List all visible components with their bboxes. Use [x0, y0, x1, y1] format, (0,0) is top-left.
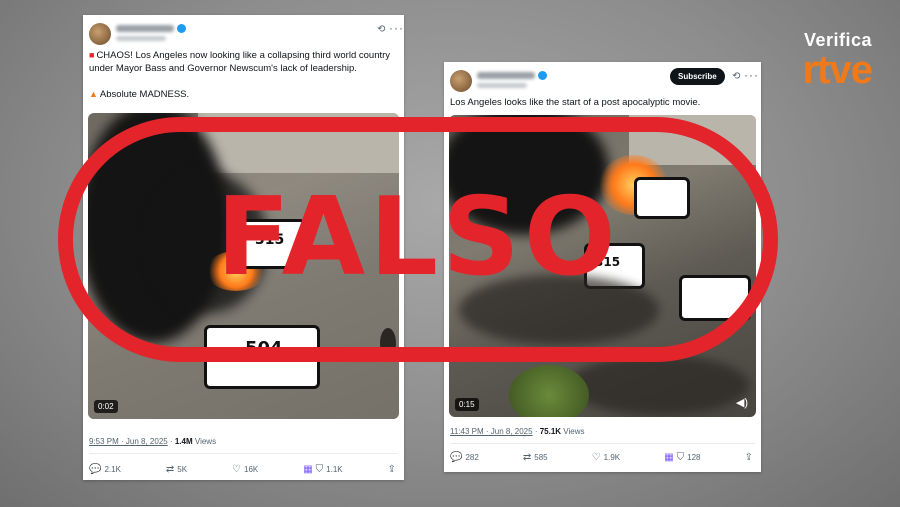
repost-icon: ⇄ — [165, 464, 175, 475]
video-timer: 0:15 — [455, 398, 479, 411]
reply-icon: 💬 — [89, 464, 102, 475]
grok-icon[interactable]: ⟲ — [732, 71, 740, 82]
tweet-actions: 💬 282 ⇄ 585 ♡ 1.9K ▦ ⛉ 128 ⇪ — [450, 452, 753, 463]
bookmark-button[interactable]: ▦ ⛉ 1.1K — [303, 464, 342, 475]
reply-count: 2.1K — [104, 465, 121, 474]
grok-icon[interactable]: ⟲ — [377, 24, 385, 35]
verified-badge-icon — [538, 71, 547, 80]
avatar[interactable] — [89, 23, 111, 45]
verified-badge-icon — [177, 24, 186, 33]
falso-stamp: FALSO — [58, 117, 778, 362]
blurred-handle — [116, 36, 166, 41]
reply-button[interactable]: 💬 2.1K — [89, 464, 121, 475]
siren-icon: ■ — [89, 50, 95, 60]
palm-tree — [509, 365, 589, 417]
views-count: 1.4M — [174, 437, 193, 446]
bookmark-icon: ⛉ — [315, 464, 324, 475]
bookmark-icon: ⛉ — [676, 452, 685, 463]
crowd — [569, 355, 749, 415]
blurred-username — [116, 25, 174, 32]
tweet-text-line: Absolute MADNESS. — [99, 89, 190, 100]
repost-button[interactable]: ⇄ 5K — [166, 464, 187, 475]
volume-icon[interactable]: ◀) — [736, 396, 748, 409]
like-button[interactable]: ♡ 1.9K — [592, 452, 620, 463]
tweet-header: ⟲ ··· — [83, 15, 404, 49]
share-icon: ⇪ — [744, 452, 753, 463]
repost-count: 5K — [177, 465, 188, 474]
repost-icon: ⇄ — [522, 452, 532, 463]
repost-button[interactable]: ⇄ 585 — [523, 452, 548, 463]
views-count: 75.1K — [539, 427, 562, 436]
grok-analyze-icon: ▦ — [303, 464, 313, 475]
fire-icon: ▲ — [89, 89, 98, 99]
heart-icon: ♡ — [232, 464, 242, 475]
bookmark-button[interactable]: ▦ ⛉ 128 — [664, 452, 700, 463]
like-count: 16K — [244, 465, 259, 474]
tweet-timestamp[interactable]: 11:43 PM · Jun 8, 2025 — [450, 427, 533, 436]
like-count: 1.9K — [603, 453, 621, 462]
share-icon: ⇪ — [387, 464, 396, 475]
reply-icon: 💬 — [450, 452, 463, 463]
tweet-meta: 9:53 PM · Jun 8, 2025 · 1.4M Views — [89, 437, 217, 446]
subscribe-button[interactable]: Subscribe — [670, 68, 725, 85]
brand-rtve: rtve — [802, 48, 873, 92]
tweet-timestamp[interactable]: 9:53 PM · Jun 8, 2025 — [89, 437, 168, 446]
more-options-icon[interactable]: ··· — [389, 21, 404, 35]
rtve-verifica-logo: Verifica rtve — [802, 30, 873, 92]
tweet-meta: 11:43 PM · Jun 8, 2025 · 75.1K Views — [450, 427, 585, 436]
grok-analyze-icon: ▦ — [664, 452, 674, 463]
avatar[interactable] — [450, 70, 472, 92]
repost-count: 585 — [534, 453, 548, 462]
share-button[interactable]: ⇪ — [388, 464, 396, 475]
blurred-username — [477, 72, 535, 79]
falso-label: FALSO — [216, 175, 620, 300]
more-options-icon[interactable]: ··· — [744, 68, 759, 82]
share-button[interactable]: ⇪ — [745, 452, 753, 463]
tweet-text: Los Angeles looks like the start of a po… — [444, 96, 761, 109]
blurred-handle — [477, 83, 527, 88]
tweet-actions: 💬 2.1K ⇄ 5K ♡ 16K ▦ ⛉ 1.1K ⇪ — [89, 464, 396, 475]
tweet-text-line: CHAOS! Los Angeles now looking like a co… — [89, 50, 391, 74]
bookmark-count: 1.1K — [326, 465, 343, 474]
reply-button[interactable]: 💬 282 — [450, 452, 479, 463]
tweet-text-line: Los Angeles looks like the start of a po… — [450, 97, 701, 108]
views-label: Views — [563, 427, 585, 436]
reply-count: 282 — [465, 453, 479, 462]
divider — [450, 443, 755, 444]
views-label: Views — [194, 437, 217, 446]
divider — [89, 453, 398, 454]
video-timer: 0:02 — [94, 400, 118, 413]
bookmark-count: 128 — [687, 453, 701, 462]
heart-icon: ♡ — [591, 452, 601, 463]
like-button[interactable]: ♡ 16K — [232, 464, 258, 475]
tweet-text: ■ CHAOS! Los Angeles now looking like a c… — [83, 49, 404, 101]
tweet-header: Subscribe ⟲ ··· — [444, 62, 761, 96]
